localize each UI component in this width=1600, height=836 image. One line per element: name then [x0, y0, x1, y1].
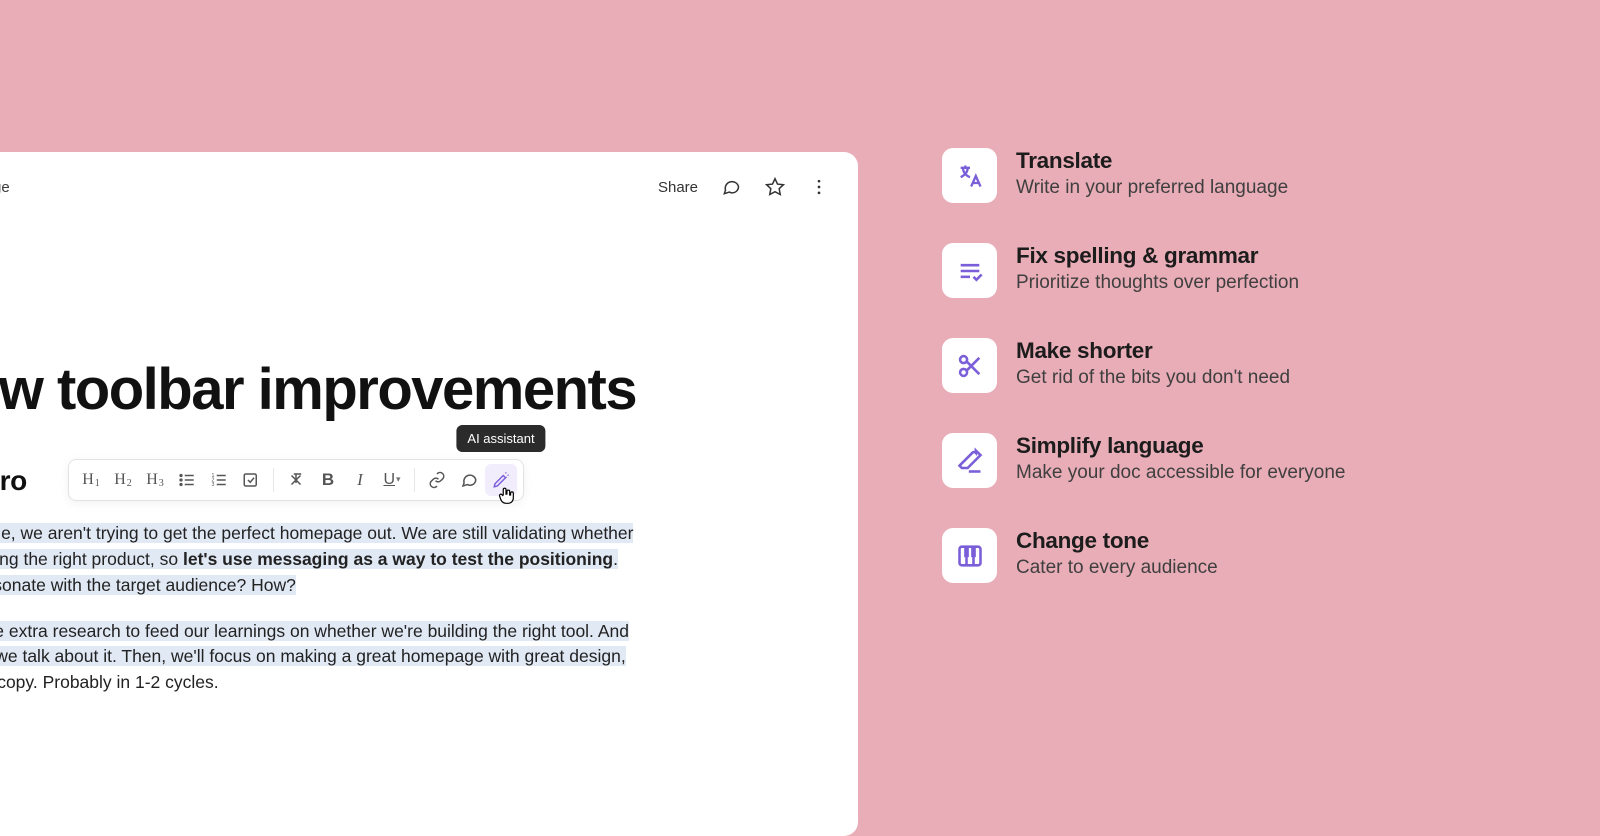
document-topbar: epage Share	[0, 172, 830, 202]
feature-text: Translate Write in your preferred langua…	[1016, 148, 1288, 199]
feature-text: Make shorter Get rid of the bits you don…	[1016, 338, 1290, 389]
underline-button[interactable]: U▾	[376, 464, 408, 496]
subheading-row: kgro H1 H2 H3 123 B I U▾	[0, 465, 830, 497]
feature-title: Change tone	[1016, 528, 1218, 554]
topbar-actions: Share	[658, 176, 830, 198]
feature-title: Simplify language	[1016, 433, 1346, 459]
svg-text:3: 3	[212, 482, 215, 488]
toolbar-separator	[414, 468, 415, 492]
page-title: ew toolbar improvements	[0, 360, 830, 421]
italic-button[interactable]: I	[344, 464, 376, 496]
ai-assistant-tooltip: AI assistant	[456, 425, 545, 452]
eraser-icon	[942, 433, 997, 488]
h1-button[interactable]: H1	[75, 464, 107, 496]
feature-desc: Cater to every audience	[1016, 557, 1218, 579]
comment-icon[interactable]	[720, 176, 742, 198]
feature-text: Change tone Cater to every audience	[1016, 528, 1218, 579]
highlighted-text: stage, we aren't trying to get the perfe…	[0, 523, 633, 543]
numbered-list-button[interactable]: 123	[203, 464, 235, 496]
section-heading: kgro	[0, 465, 68, 497]
feature-fix-spelling[interactable]: Fix spelling & grammar Prioritize though…	[942, 243, 1502, 298]
bullet-list-button[interactable]	[171, 464, 203, 496]
link-button[interactable]	[421, 464, 453, 496]
scissors-icon	[942, 338, 997, 393]
h3-button[interactable]: H3	[139, 464, 171, 496]
feature-translate[interactable]: Translate Write in your preferred langua…	[942, 148, 1502, 203]
ai-assistant-button[interactable]: AI assistant	[485, 464, 517, 496]
toolbar-separator	[273, 468, 274, 492]
piano-icon	[942, 528, 997, 583]
feature-change-tone[interactable]: Change tone Cater to every audience	[942, 528, 1502, 583]
h2-button[interactable]: H2	[107, 464, 139, 496]
highlighted-text: t resonate with the target audience? How…	[0, 575, 296, 595]
body-text: eat copy. Probably in 1-2 cycles.	[0, 672, 219, 692]
feature-simplify[interactable]: Simplify language Make your doc accessib…	[942, 433, 1502, 488]
highlighted-text: uilding the right product, so let's use …	[0, 549, 618, 569]
feature-desc: Make your doc accessible for everyone	[1016, 462, 1346, 484]
clear-format-button[interactable]	[280, 464, 312, 496]
comment-button[interactable]	[453, 464, 485, 496]
feature-desc: Prioritize thoughts over perfection	[1016, 272, 1299, 294]
feature-desc: Write in your preferred language	[1016, 177, 1288, 199]
feature-list: Translate Write in your preferred langua…	[942, 148, 1502, 583]
document-card: epage Share ew toolbar improvements kgro…	[0, 152, 858, 836]
check-lines-icon	[942, 243, 997, 298]
feature-title: Fix spelling & grammar	[1016, 243, 1299, 269]
formatting-toolbar: H1 H2 H3 123 B I U▾	[68, 459, 524, 501]
paragraph: stage, we aren't trying to get the perfe…	[0, 521, 668, 599]
breadcrumb[interactable]: epage	[0, 179, 10, 196]
feature-desc: Get rid of the bits you don't need	[1016, 367, 1290, 389]
feature-title: Translate	[1016, 148, 1288, 174]
paragraph: ill be extra research to feed our learni…	[0, 619, 668, 697]
feature-text: Simplify language Make your doc accessib…	[1016, 433, 1346, 484]
feature-text: Fix spelling & grammar Prioritize though…	[1016, 243, 1299, 294]
bold-button[interactable]: B	[312, 464, 344, 496]
share-button[interactable]: Share	[658, 179, 698, 196]
more-icon[interactable]	[808, 176, 830, 198]
document-body: stage, we aren't trying to get the perfe…	[0, 521, 668, 696]
feature-title: Make shorter	[1016, 338, 1290, 364]
star-icon[interactable]	[764, 176, 786, 198]
translate-icon	[942, 148, 997, 203]
checklist-button[interactable]	[235, 464, 267, 496]
highlighted-text: ow we talk about it. Then, we'll focus o…	[0, 646, 626, 666]
highlighted-text: ill be extra research to feed our learni…	[0, 621, 629, 641]
feature-make-shorter[interactable]: Make shorter Get rid of the bits you don…	[942, 338, 1502, 393]
